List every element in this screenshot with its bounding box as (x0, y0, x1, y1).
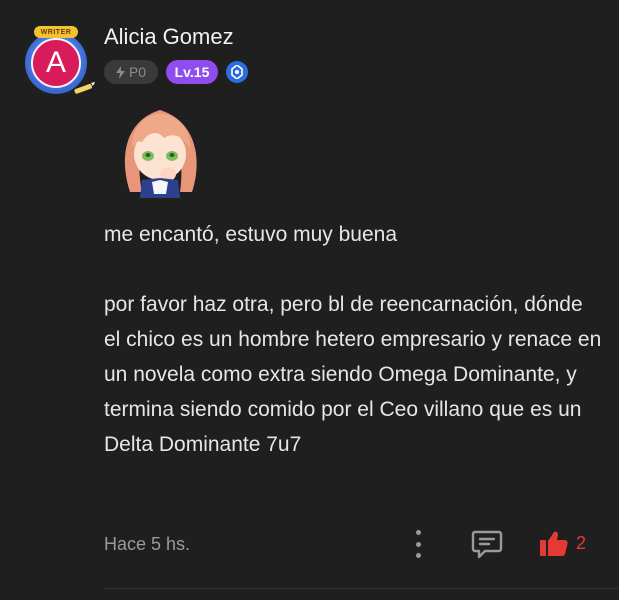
avatar[interactable]: A WRITER (22, 26, 96, 96)
comment-line: me encantó, estuvo muy buena (104, 223, 398, 246)
points-badge: P0 (104, 60, 158, 84)
anime-girl-sticker (124, 110, 197, 198)
comment-icon[interactable] (471, 529, 503, 559)
comment-body: me encantó, estuvo muy buena por favor h… (104, 217, 604, 462)
username[interactable]: Alicia Gomez (104, 24, 234, 50)
verified-icon (226, 61, 248, 83)
pen-icon (74, 82, 95, 94)
divider (104, 588, 619, 589)
more-vertical-icon[interactable] (410, 530, 426, 558)
like-count: 2 (576, 532, 587, 553)
like-button[interactable]: 2 (540, 528, 600, 558)
thumbs-up-icon (540, 531, 568, 556)
points-badge-label: P0 (128, 64, 147, 80)
comment-paragraph: por favor haz otra, pero bl de reencarna… (104, 293, 602, 456)
comment-footer: Hace 5 hs. 2 (104, 530, 604, 560)
lightning-icon (115, 65, 125, 79)
user-badges: P0 Lv.15 (104, 60, 248, 84)
level-badge: Lv.15 (166, 60, 218, 84)
writer-tag: WRITER (34, 26, 78, 38)
timestamp: Hace 5 hs. (104, 534, 191, 554)
